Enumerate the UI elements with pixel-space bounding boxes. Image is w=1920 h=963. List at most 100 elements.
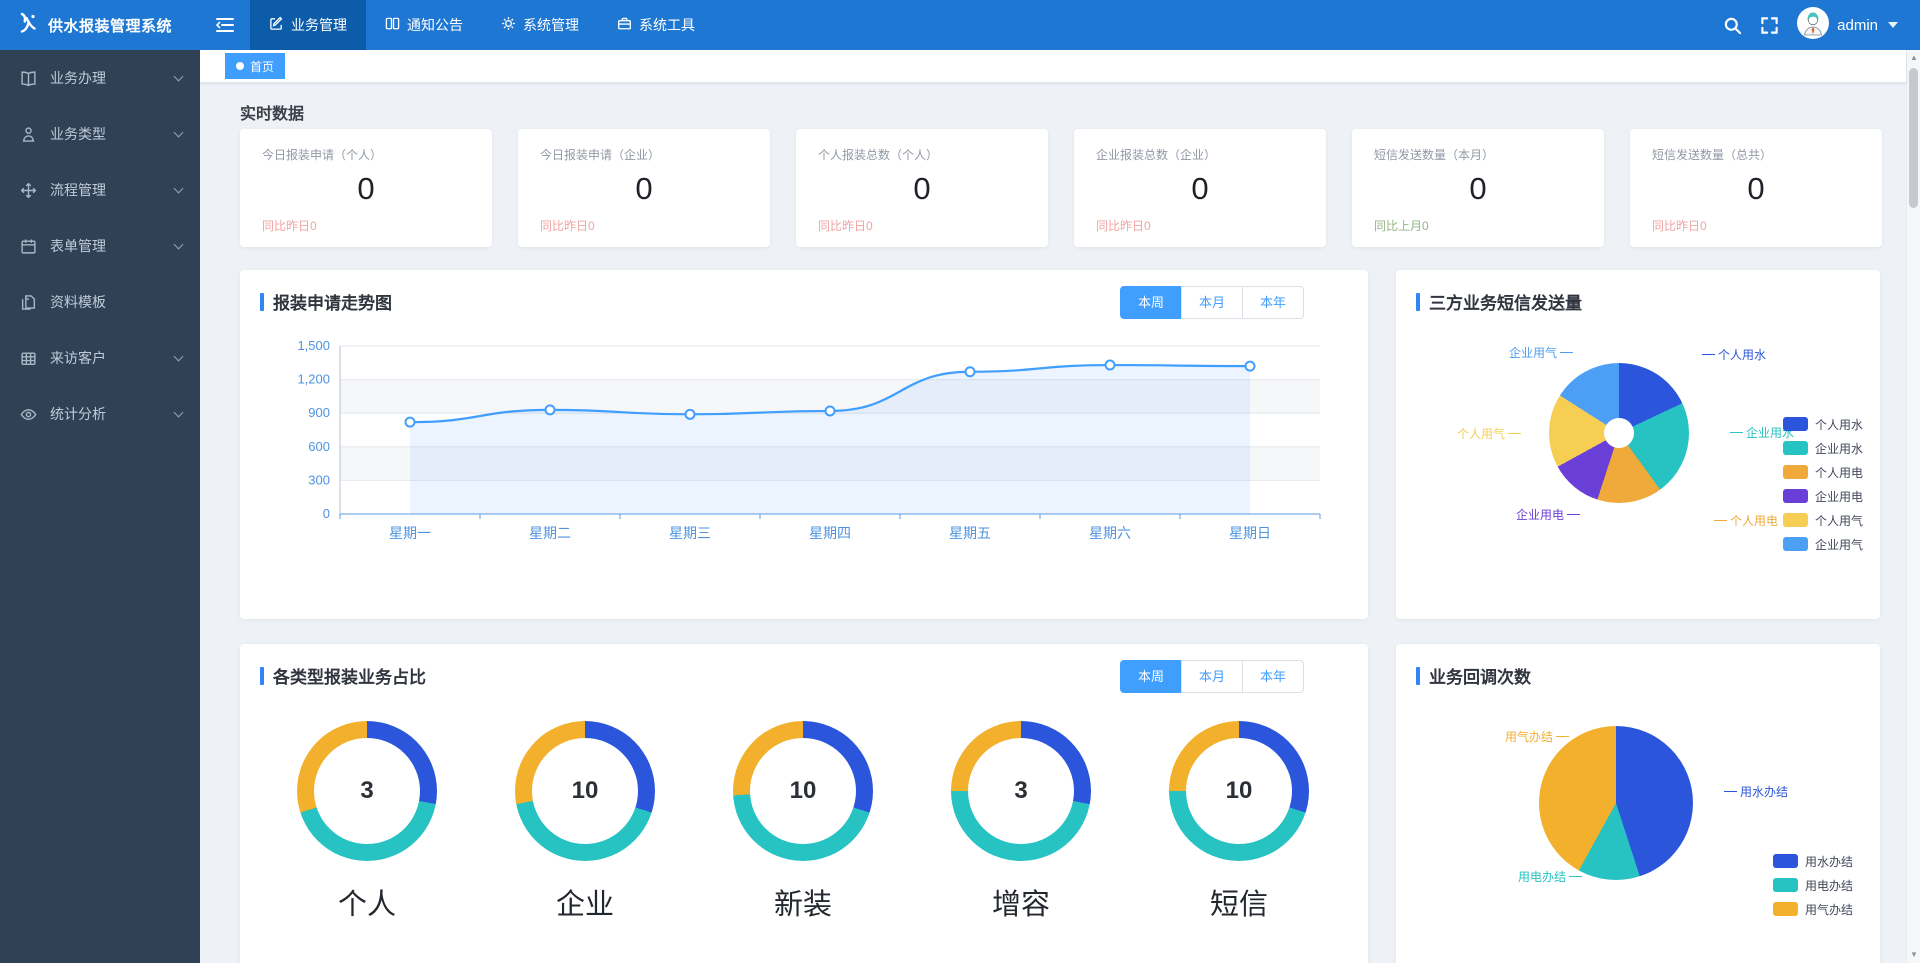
title-accent-bar [260, 293, 264, 311]
stat-card-footer: 同比昨日0 [540, 217, 595, 234]
sidebar-item-label: 统计分析 [50, 404, 175, 424]
sidebar-item-4[interactable]: 资料模板 [0, 274, 200, 330]
stat-card-footer: 同比昨日0 [262, 217, 317, 234]
scroll-down-arrow[interactable]: ▼ [1907, 948, 1920, 962]
callback-pie-chart [1539, 726, 1693, 880]
callback-legend-item-1[interactable]: 用电办结 [1773, 873, 1853, 897]
callback-legend-item-0[interactable]: 用水办结 [1773, 849, 1853, 873]
top-menu-item-0[interactable]: 业务管理 [250, 0, 366, 50]
user-dropdown[interactable]: admin [1797, 7, 1898, 44]
person-icon [20, 126, 38, 143]
stat-card-4: 短信发送数量（本月）0同比上月0 [1352, 129, 1604, 247]
ratio-tab-0[interactable]: 本周 [1120, 660, 1182, 693]
donut-hole: 10 [532, 738, 638, 844]
legend-label: 用气办结 [1805, 901, 1853, 918]
stat-card-label: 个人报装总数（个人） [818, 146, 938, 163]
sidebar-item-2[interactable]: 流程管理 [0, 162, 200, 218]
book-icon [20, 70, 38, 87]
trend-range-tabs: 本周本月本年 [1120, 286, 1304, 319]
ratio-donut-4: 10短信 [1169, 721, 1309, 861]
donut-label: 企业 [515, 881, 655, 923]
trend-tab-1[interactable]: 本月 [1181, 286, 1243, 319]
sidebar-item-label: 流程管理 [50, 180, 175, 200]
trend-chart-panel: 报装申请走势图 本周本月本年 03006009001,2001,500星期一星期… [240, 270, 1368, 619]
stat-card-footer: 同比上月0 [1374, 217, 1429, 234]
callback-legend-item-2[interactable]: 用气办结 [1773, 897, 1853, 921]
chevron-down-icon [174, 351, 184, 361]
chevron-down-icon [174, 127, 184, 137]
trend-tab-0[interactable]: 本周 [1120, 286, 1182, 319]
ratio-tab-1[interactable]: 本月 [1181, 660, 1243, 693]
move-icon [20, 182, 38, 199]
sidebar-toggle-icon[interactable] [200, 0, 250, 50]
sms-legend-item-0[interactable]: 个人用水 [1783, 412, 1863, 436]
donut-ring: 10 [733, 721, 873, 861]
top-menu-item-1[interactable]: 通知公告 [366, 0, 482, 50]
calendar-icon [20, 238, 38, 255]
legend-swatch [1783, 465, 1808, 479]
sidebar-item-1[interactable]: 业务类型 [0, 106, 200, 162]
sms-legend-item-2[interactable]: 个人用电 [1783, 460, 1863, 484]
ratio-title: 各类型报装业务占比 [273, 663, 426, 688]
stat-card-5: 短信发送数量（总共）0同比昨日0 [1630, 129, 1882, 247]
top-menu-item-2[interactable]: 系统管理 [482, 0, 598, 50]
sms-callout-label-4: 个人用气 [1457, 425, 1521, 442]
stat-card-footer: 同比昨日0 [1652, 217, 1707, 234]
legend-label: 企业用水 [1815, 440, 1863, 457]
sms-legend-item-5[interactable]: 企业用气 [1783, 532, 1863, 556]
trend-point-4 [966, 367, 975, 376]
donut-hole: 10 [1186, 738, 1292, 844]
grid-icon [20, 350, 38, 367]
tag-home[interactable]: 首页 [225, 53, 285, 79]
stat-card-label: 短信发送数量（本月） [1374, 146, 1494, 163]
top-menu-label: 系统工具 [639, 15, 695, 35]
sms-legend-item-1[interactable]: 企业用水 [1783, 436, 1863, 460]
svg-text:星期六: 星期六 [1089, 525, 1131, 541]
svg-text:星期一: 星期一 [389, 525, 431, 541]
legend-swatch [1773, 878, 1798, 892]
top-menu-label: 系统管理 [523, 15, 579, 35]
sidebar-item-0[interactable]: 业务办理 [0, 50, 200, 106]
sms-legend-item-3[interactable]: 企业用电 [1783, 484, 1863, 508]
sidebar-item-6[interactable]: 统计分析 [0, 386, 200, 442]
svg-text:1,500: 1,500 [297, 338, 330, 353]
callback-pie-legend: 用水办结用电办结用气办结 [1773, 849, 1853, 921]
stat-card-0: 今日报装申请（个人）0同比昨日0 [240, 129, 492, 247]
search-icon[interactable] [1723, 16, 1742, 35]
app-logo: 供水报装管理系统 [0, 0, 200, 50]
legend-label: 企业用气 [1815, 536, 1863, 553]
legend-label: 用水办结 [1805, 853, 1853, 870]
trend-line-chart: 03006009001,2001,500星期一星期二星期三星期四星期五星期六星期… [270, 334, 1330, 562]
donut-ring: 3 [951, 721, 1091, 861]
sms-callout-label-5: 企业用气 [1509, 344, 1573, 361]
svg-text:星期五: 星期五 [949, 525, 991, 541]
tag-label: 首页 [250, 58, 274, 75]
legend-swatch [1783, 513, 1808, 527]
chevron-down-icon [174, 183, 184, 193]
sidebar-item-3[interactable]: 表单管理 [0, 218, 200, 274]
callback-callout-label-0: 用水办结 [1724, 783, 1788, 800]
trend-tab-2[interactable]: 本年 [1242, 286, 1304, 319]
trend-point-6 [1246, 362, 1255, 371]
sidebar-item-5[interactable]: 来访客户 [0, 330, 200, 386]
ratio-tab-2[interactable]: 本年 [1242, 660, 1304, 693]
sms-legend-item-4[interactable]: 个人用气 [1783, 508, 1863, 532]
scrollbar-thumb[interactable] [1909, 68, 1918, 208]
ratio-donut-0: 3个人 [297, 721, 437, 861]
donut-ring: 3 [297, 721, 437, 861]
sms-callout-label-0: 个人用水 [1702, 346, 1766, 363]
ratio-range-tabs: 本周本月本年 [1120, 660, 1304, 693]
stat-card-value: 0 [1630, 171, 1882, 207]
trend-point-0 [406, 418, 415, 427]
scroll-up-arrow[interactable]: ▲ [1907, 51, 1920, 65]
fullscreen-icon[interactable] [1760, 16, 1779, 35]
legend-swatch [1783, 537, 1808, 551]
donut-hole: 3 [968, 738, 1074, 844]
callback-callout-label-2: 用气办结 [1505, 728, 1569, 745]
navbar-right: admin [1723, 0, 1920, 50]
top-menu-item-3[interactable]: 系统工具 [598, 0, 714, 50]
donut-ring: 10 [515, 721, 655, 861]
donut-value: 3 [360, 777, 373, 805]
tool-icon [617, 16, 632, 34]
ratio-donut-1: 10企业 [515, 721, 655, 861]
